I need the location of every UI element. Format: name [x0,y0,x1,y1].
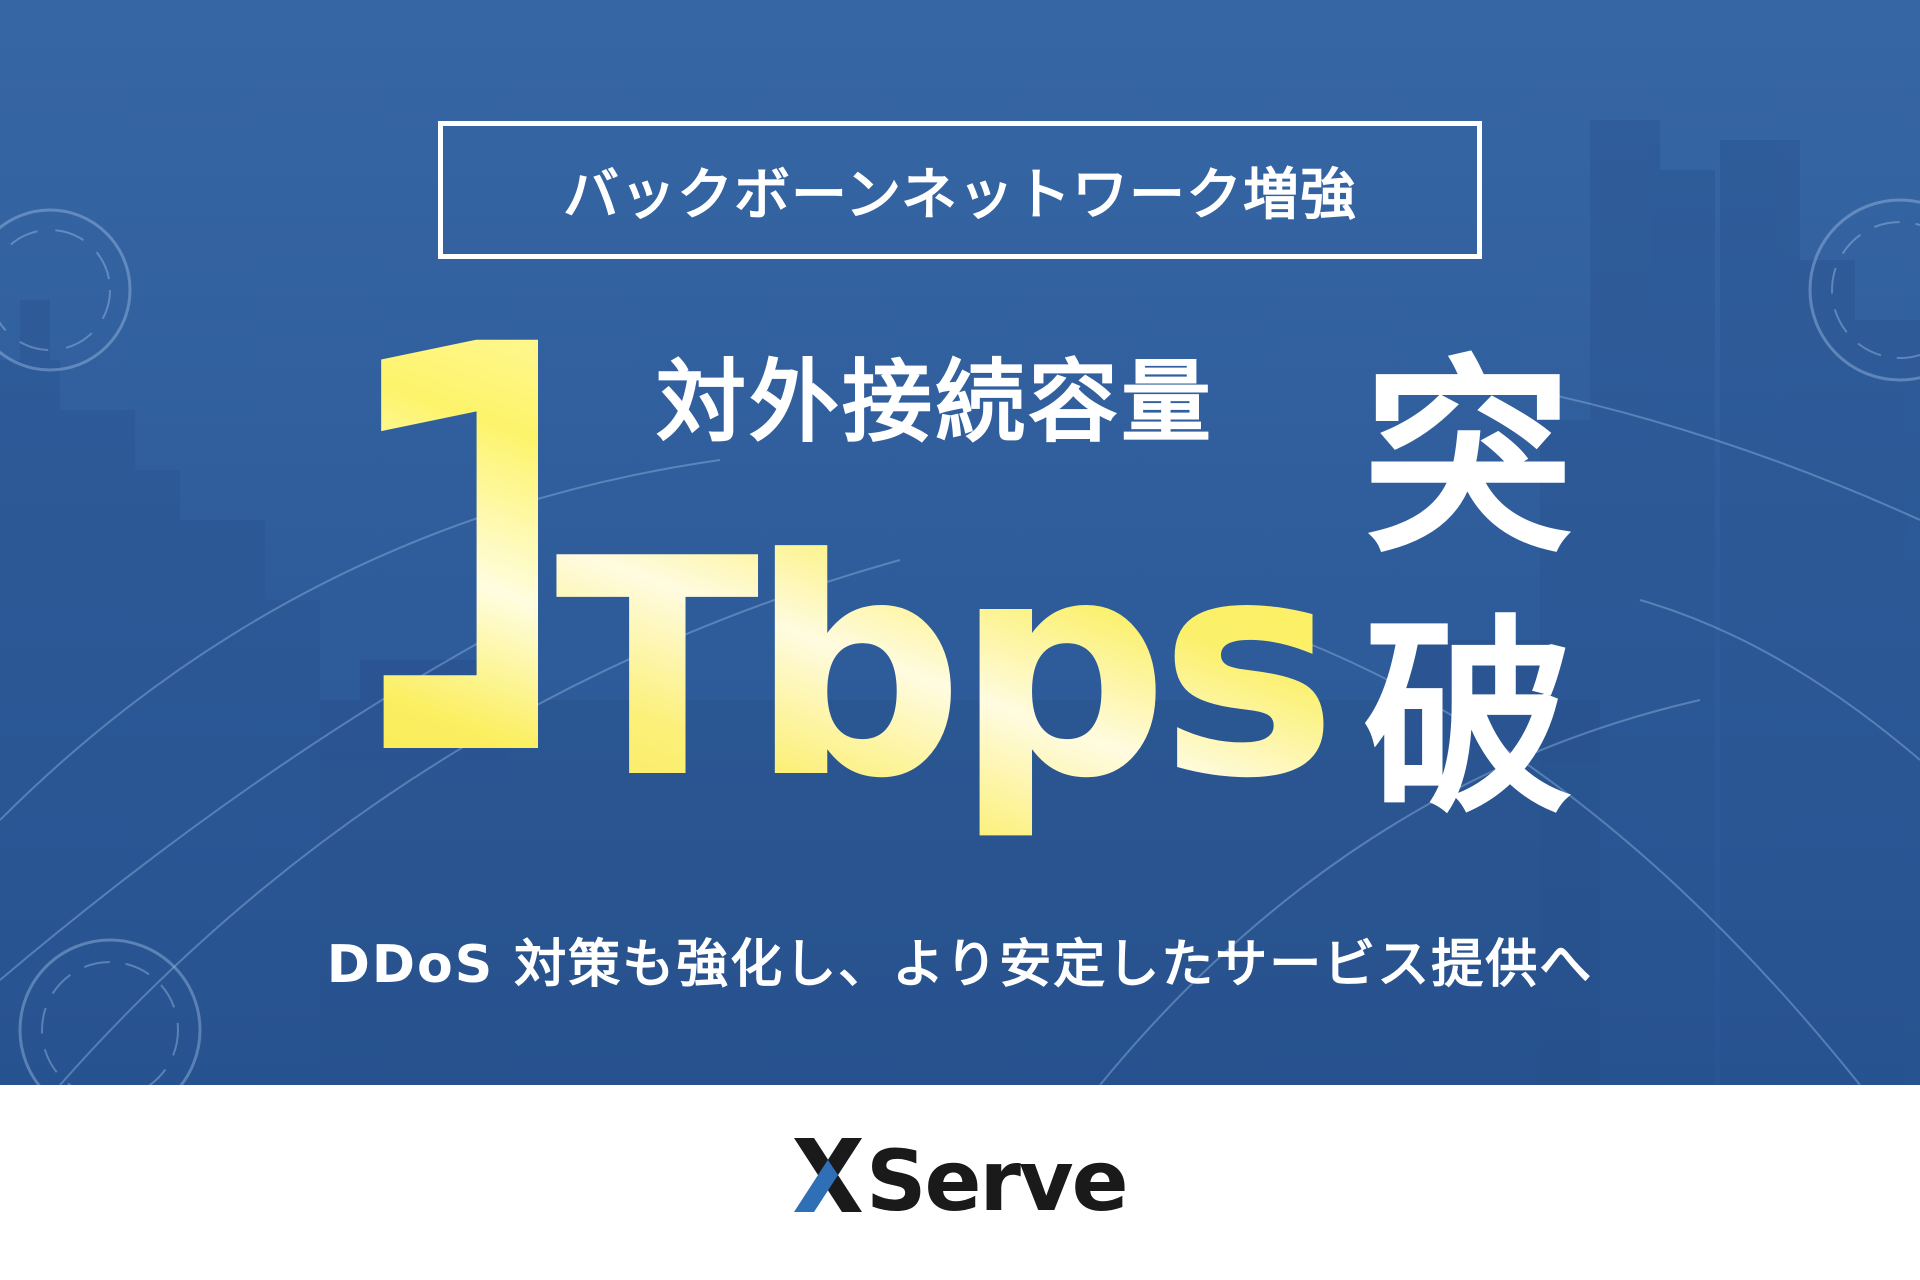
hero-panel: バックボーンネットワーク増強 1 対外接続容量 Tbps 突 破 DDoS 対策… [0,0,1920,1085]
unit-text: Tbps [555,505,1338,865]
announcement-banner: バックボーンネットワーク増強 1 対外接続容量 Tbps 突 破 DDoS 対策… [0,0,1920,1280]
capacity-label: 対外接続容量 [656,350,1214,455]
breakthrough-char-1: 突 [1362,337,1573,582]
headline-text: バックボーンネットワーク増強 [562,162,1358,228]
logo-wordmark: Server [866,1132,1130,1220]
subline-text: DDoS 対策も強化し、より安定したサービス提供へ [326,935,1594,995]
big-number: 1 [318,229,708,881]
xserver-logo: Server [794,1132,1130,1220]
breakthrough-char-2: 破 [1362,597,1573,842]
breakthrough-vertical-text: 突 破 [1348,345,1588,835]
logo-x-mark [794,1138,862,1212]
